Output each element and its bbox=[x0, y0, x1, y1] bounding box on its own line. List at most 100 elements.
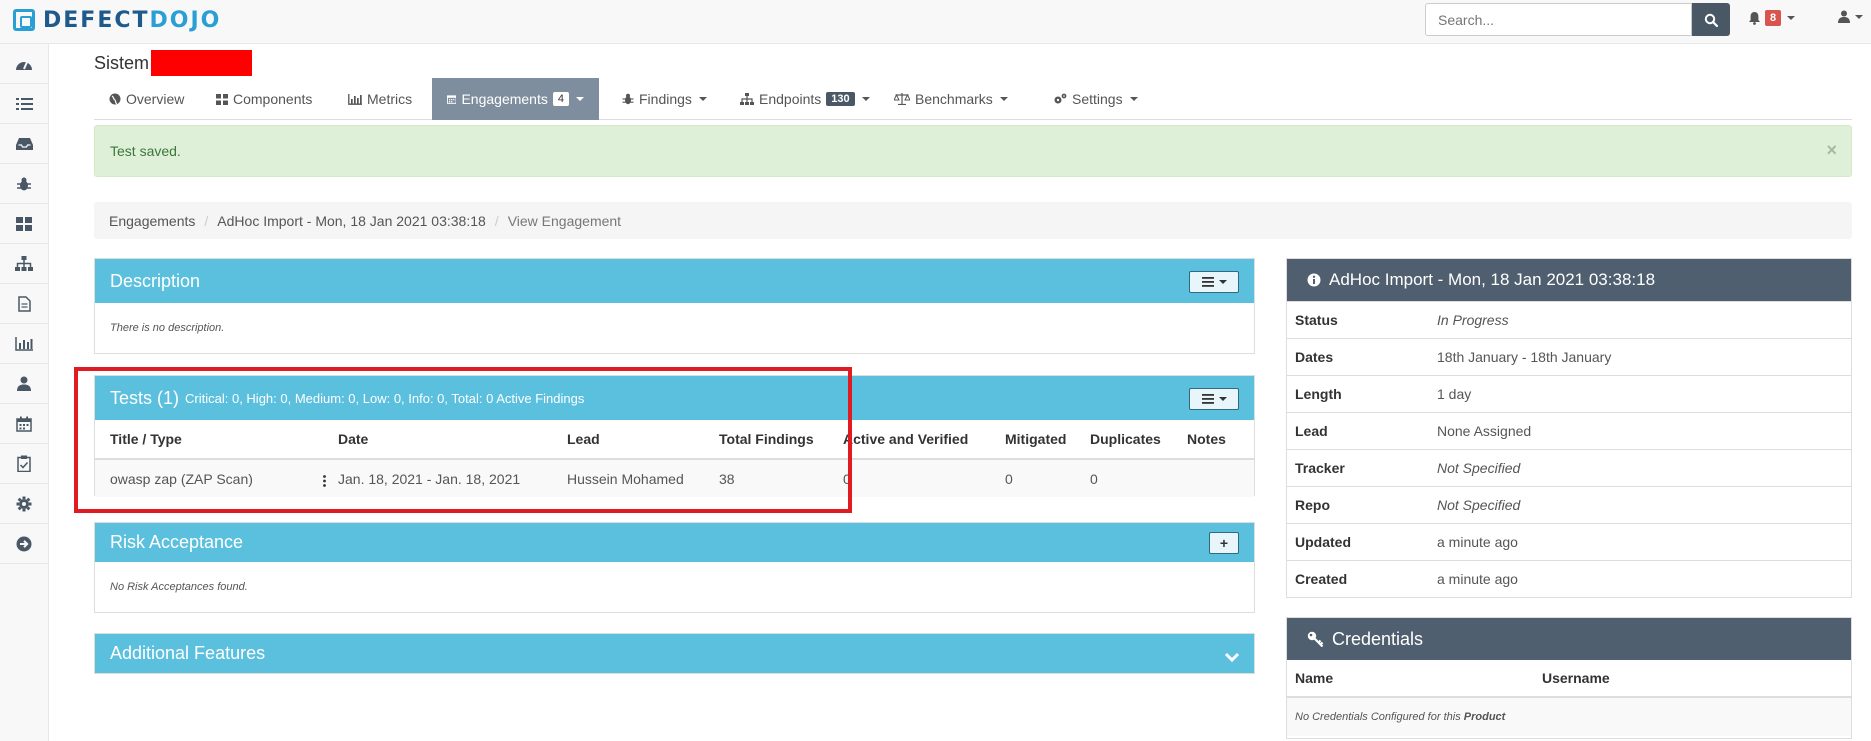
additional-features-panel[interactable]: Additional Features bbox=[94, 633, 1255, 674]
description-empty-text: There is no description. bbox=[110, 322, 225, 334]
user-menu[interactable] bbox=[1838, 10, 1863, 23]
calendar-icon bbox=[447, 95, 457, 104]
breadcrumb-item-engagements[interactable]: Engagements bbox=[109, 213, 195, 229]
tab-label: Engagements bbox=[461, 91, 548, 107]
tab-endpoints[interactable]: Endpoints 130 bbox=[725, 78, 885, 120]
tab-benchmarks[interactable]: Benchmarks bbox=[879, 78, 1023, 120]
risk-acceptance-panel: Risk Acceptance + No Risk Acceptances fo… bbox=[94, 522, 1255, 613]
chevron-down-icon bbox=[1787, 16, 1796, 20]
close-icon[interactable]: × bbox=[1826, 140, 1837, 161]
info-value: In Progress bbox=[1437, 312, 1509, 328]
info-key: Status bbox=[1295, 312, 1338, 328]
tab-settings[interactable]: Settings bbox=[1038, 78, 1153, 120]
sidebar-item-calendar[interactable] bbox=[0, 404, 48, 444]
column-header[interactable]: Date bbox=[338, 420, 567, 460]
notifications-menu[interactable]: 8 bbox=[1748, 10, 1796, 26]
column-header: Name bbox=[1295, 670, 1334, 686]
credentials-title: Credentials bbox=[1332, 628, 1424, 649]
grid-icon bbox=[16, 216, 32, 231]
chevron-down-icon bbox=[861, 97, 870, 101]
info-row-updated: Updated a minute ago bbox=[1287, 523, 1851, 560]
panel-heading: AdHoc Import - Mon, 18 Jan 2021 03:38:18 bbox=[1287, 259, 1851, 301]
sidebar-item-endpoints[interactable] bbox=[0, 244, 48, 284]
chevron-down-icon[interactable] bbox=[1224, 647, 1240, 668]
column-header[interactable]: Notes bbox=[1187, 420, 1254, 460]
info-row-length: Length 1 day bbox=[1287, 375, 1851, 412]
tab-overview[interactable]: Overview bbox=[94, 78, 199, 120]
add-risk-acceptance-button[interactable]: + bbox=[1209, 532, 1239, 554]
sidebar-item-products[interactable] bbox=[0, 84, 48, 124]
user-icon bbox=[1838, 10, 1850, 23]
table-row: owasp zap (ZAP Scan) Jan. 18, 2021 - Jan… bbox=[95, 459, 1254, 497]
test-title-link[interactable]: owasp zap (ZAP Scan) bbox=[110, 471, 253, 487]
grid-icon bbox=[216, 93, 228, 105]
inbox-icon bbox=[15, 137, 33, 150]
panel-heading: Additional Features bbox=[95, 634, 1254, 673]
gears-icon bbox=[1054, 93, 1067, 104]
test-notes bbox=[1187, 459, 1254, 497]
info-key: Created bbox=[1295, 571, 1348, 587]
info-row-status: Status In Progress bbox=[1287, 301, 1851, 338]
row-actions-kebab-icon[interactable] bbox=[323, 474, 326, 490]
chevron-down-icon bbox=[1218, 280, 1227, 284]
description-menu-button[interactable] bbox=[1189, 271, 1239, 293]
panel-heading: Description bbox=[95, 259, 1254, 303]
user-icon bbox=[17, 376, 31, 391]
sidebar-item-components[interactable] bbox=[0, 204, 48, 244]
tab-metrics[interactable]: Metrics bbox=[333, 78, 427, 120]
column-header[interactable]: Title / Type bbox=[110, 420, 338, 460]
risk-acceptance-body: No Risk Acceptances found. bbox=[95, 562, 1254, 612]
panel-title: Additional Features bbox=[110, 643, 266, 663]
search-button[interactable] bbox=[1692, 3, 1730, 36]
column-header[interactable]: Duplicates bbox=[1090, 420, 1187, 460]
sidebar-item-logout[interactable] bbox=[0, 524, 48, 564]
breadcrumb-separator: / bbox=[204, 212, 209, 229]
sidebar-item-findings[interactable] bbox=[0, 164, 48, 204]
sitemap-icon bbox=[15, 256, 33, 271]
sidebar-item-reports[interactable] bbox=[0, 284, 48, 324]
search-input[interactable] bbox=[1425, 3, 1692, 36]
test-duplicates: 0 bbox=[1090, 459, 1187, 497]
test-active-verified: 0 bbox=[843, 459, 1005, 497]
test-mitigated: 0 bbox=[1005, 459, 1090, 497]
breadcrumb: Engagements / AdHoc Import - Mon, 18 Jan… bbox=[94, 202, 1852, 239]
sidebar-item-engagements[interactable] bbox=[0, 124, 48, 164]
sidebar-item-users[interactable] bbox=[0, 364, 48, 404]
info-row-repo: Repo Not Specified bbox=[1287, 486, 1851, 523]
description-body: There is no description. bbox=[95, 303, 1254, 353]
sidebar-item-configuration[interactable] bbox=[0, 484, 48, 524]
logo-icon bbox=[13, 9, 35, 31]
notification-count-badge: 8 bbox=[1765, 10, 1782, 26]
tests-table: Title / Type Date Lead Total Findings Ac… bbox=[95, 420, 1254, 497]
tab-label: Overview bbox=[126, 91, 185, 107]
menu-icon bbox=[1201, 277, 1214, 287]
test-date: Jan. 18, 2021 - Jan. 18, 2021 bbox=[338, 459, 567, 497]
tab-engagements[interactable]: Engagements 4 bbox=[432, 78, 599, 120]
sidebar-item-benchmarks[interactable] bbox=[0, 444, 48, 484]
sidebar-item-dashboard[interactable] bbox=[0, 44, 48, 84]
tab-findings[interactable]: Findings bbox=[607, 78, 722, 120]
panel-title: Description bbox=[110, 270, 201, 291]
file-icon bbox=[17, 295, 31, 312]
engagement-title: AdHoc Import - Mon, 18 Jan 2021 03:38:18 bbox=[1329, 270, 1656, 289]
sidebar bbox=[0, 44, 49, 741]
tests-menu-button[interactable] bbox=[1189, 388, 1239, 410]
column-header[interactable]: Mitigated bbox=[1005, 420, 1090, 460]
bug-icon bbox=[17, 177, 31, 190]
info-key: Dates bbox=[1295, 349, 1334, 365]
column-header[interactable]: Total Findings bbox=[719, 420, 843, 460]
breadcrumb-item-engagement[interactable]: AdHoc Import - Mon, 18 Jan 2021 03:38:18 bbox=[217, 213, 486, 229]
test-total-findings[interactable]: 38 bbox=[719, 459, 843, 497]
brand-logo[interactable]: DEFECTDOJO bbox=[13, 8, 221, 33]
chevron-down-icon bbox=[1129, 97, 1138, 101]
sidebar-item-metrics[interactable] bbox=[0, 324, 48, 364]
column-header[interactable]: Lead bbox=[567, 420, 719, 460]
globe-icon bbox=[109, 93, 121, 105]
info-value: 18th January - 18th January bbox=[1437, 349, 1612, 365]
panel-heading: Risk Acceptance + bbox=[95, 523, 1254, 562]
chevron-down-icon bbox=[1218, 397, 1227, 401]
credentials-empty-bold: Product bbox=[1463, 711, 1506, 723]
tab-components[interactable]: Components bbox=[201, 78, 327, 120]
info-value: a minute ago bbox=[1437, 571, 1518, 587]
column-header[interactable]: Active and Verified bbox=[843, 420, 1005, 460]
